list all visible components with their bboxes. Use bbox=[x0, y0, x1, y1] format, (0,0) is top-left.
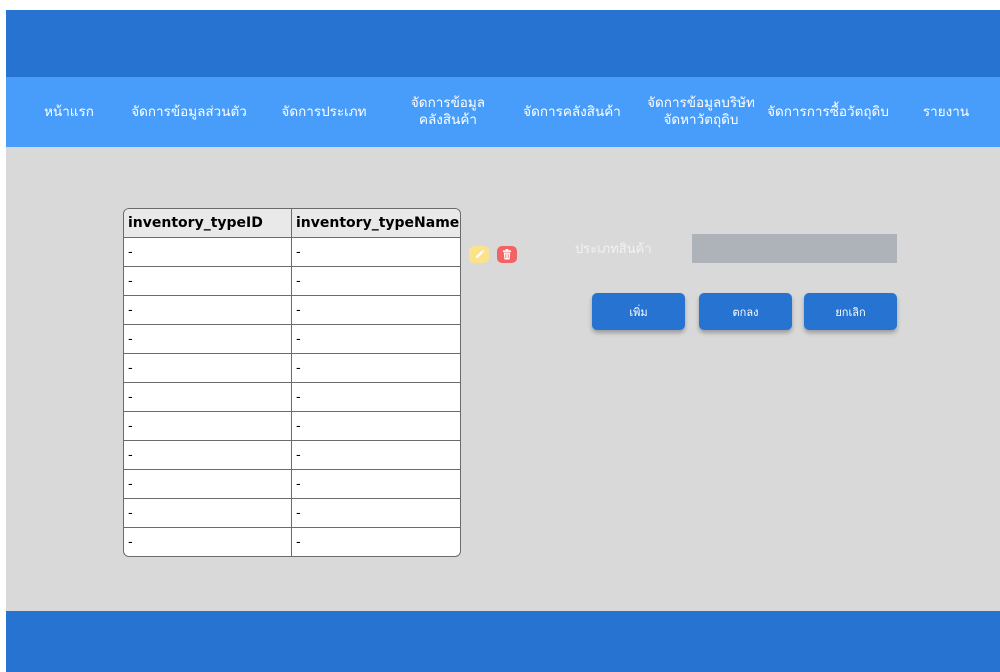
table-row[interactable]: - - bbox=[124, 470, 460, 499]
nav-item-profile[interactable]: จัดการข้อมูลส่วนตัว bbox=[114, 77, 264, 147]
table-row[interactable]: - - bbox=[124, 296, 460, 325]
top-header-bar bbox=[6, 10, 1000, 77]
table-cell: - bbox=[296, 447, 301, 463]
nav-item-warehouse-data[interactable]: จัดการข้อมูล คลังสินค้า bbox=[388, 77, 508, 147]
table-header-row: inventory_typeID inventory_typeName bbox=[124, 209, 460, 238]
nav-bar: หน้าแรก จัดการข้อมูลส่วนตัว จัดการประเภท… bbox=[6, 77, 1000, 147]
table-cell: - bbox=[296, 418, 301, 434]
table-row[interactable]: - - bbox=[124, 383, 460, 412]
table-cell: - bbox=[296, 534, 301, 550]
trash-icon bbox=[502, 249, 512, 260]
table-cell: - bbox=[296, 302, 301, 318]
delete-button[interactable] bbox=[497, 246, 517, 263]
table-cell: - bbox=[296, 244, 301, 260]
nav-item-reports[interactable]: รายงาน bbox=[906, 77, 986, 147]
table-cell: - bbox=[124, 238, 292, 266]
table-cell: - bbox=[124, 470, 292, 498]
table-cell: - bbox=[124, 296, 292, 324]
table-cell: - bbox=[124, 499, 292, 527]
table-cell: - bbox=[124, 325, 292, 353]
table-cell: - bbox=[124, 267, 292, 295]
edit-button[interactable] bbox=[469, 246, 489, 263]
add-button[interactable]: เพิ่ม bbox=[592, 293, 685, 330]
column-header-type-name: inventory_typeName bbox=[296, 215, 460, 231]
nav-item-purchasing[interactable]: จัดการการซื้อวัตถุดิบ bbox=[758, 77, 898, 147]
table-cell: - bbox=[124, 441, 292, 469]
product-type-input[interactable] bbox=[692, 234, 897, 263]
cancel-button[interactable]: ยกเลิก bbox=[804, 293, 897, 330]
pencil-icon bbox=[475, 249, 484, 259]
table-row[interactable]: - - bbox=[124, 412, 460, 441]
table-row[interactable]: - - bbox=[124, 354, 460, 383]
table-cell: - bbox=[124, 528, 292, 556]
table-cell: - bbox=[296, 476, 301, 492]
table-cell: - bbox=[124, 354, 292, 382]
table-row[interactable]: - - bbox=[124, 528, 460, 556]
table-row[interactable]: - - bbox=[124, 499, 460, 528]
table-cell: - bbox=[296, 389, 301, 405]
table-cell: - bbox=[296, 360, 301, 376]
table-cell: - bbox=[296, 331, 301, 347]
nav-item-categories[interactable]: จัดการประเภท bbox=[272, 77, 376, 147]
ok-button[interactable]: ตกลง bbox=[699, 293, 792, 330]
nav-item-home[interactable]: หน้าแรก bbox=[34, 77, 104, 147]
product-type-label: ประเภทสินค้า bbox=[575, 242, 652, 257]
table-row[interactable]: - - bbox=[124, 238, 460, 267]
table-cell: - bbox=[296, 273, 301, 289]
table-cell: - bbox=[124, 412, 292, 440]
app-frame: หน้าแรก จัดการข้อมูลส่วนตัว จัดการประเภท… bbox=[6, 10, 1000, 672]
table-row[interactable]: - - bbox=[124, 441, 460, 470]
nav-item-suppliers[interactable]: จัดการข้อมูลบริษัท จัดหาวัตถุดิบ bbox=[636, 77, 766, 147]
nav-item-warehouse[interactable]: จัดการคลังสินค้า bbox=[514, 77, 630, 147]
inventory-type-table: inventory_typeID inventory_typeName - - … bbox=[123, 208, 461, 557]
table-cell: - bbox=[296, 505, 301, 521]
table-row[interactable]: - - bbox=[124, 267, 460, 296]
footer-bar bbox=[6, 611, 1000, 672]
table-cell: - bbox=[124, 383, 292, 411]
table-row[interactable]: - - bbox=[124, 325, 460, 354]
column-header-type-id: inventory_typeID bbox=[124, 209, 292, 237]
